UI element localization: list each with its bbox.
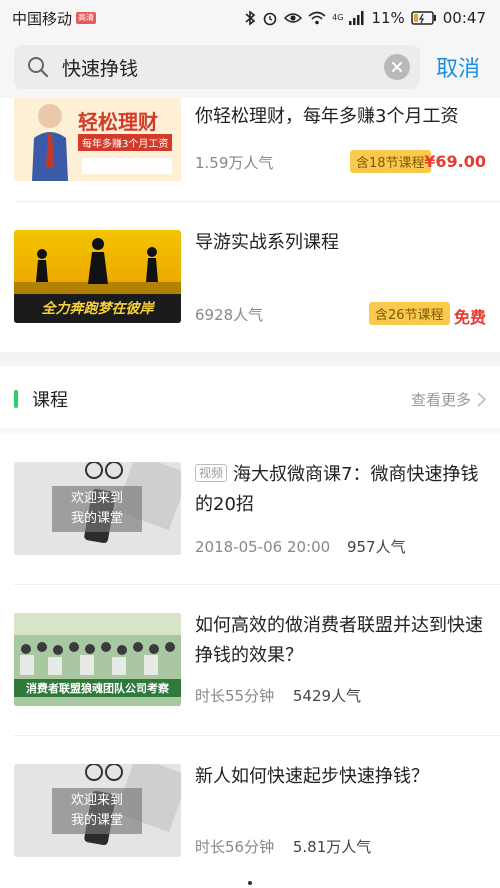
wifi-icon [308,11,326,25]
course-duration: 时长55分钟 [195,687,275,705]
section-accent-bar [14,390,18,408]
list-item[interactable]: 消费者联盟狼魂团队公司考察 如何高效的做消费者联盟并达到快速挣钱的效果？ 时长5… [0,585,500,735]
thumbnail-headline: 轻松理财 [78,110,158,134]
eye-icon [284,13,303,23]
thumbnail-overlay: 欢迎来到 我的课堂 [52,486,142,532]
clear-search-button[interactable] [384,54,410,80]
network-type: 4G [332,13,344,22]
section-title: 课程 [32,390,68,411]
list-item[interactable]: 全力奔跑梦在彼岸 导游实战系列课程 6928人气 含26节课程 免费 [0,202,500,352]
thumbnail-overlay: 欢迎来到 我的课堂 [52,788,142,834]
thumbnail-line: 我的课堂 [70,511,123,526]
thumbnail-line: 我的课堂 [70,813,123,828]
course-thumbnail: 欢迎来到 我的课堂 [14,764,181,857]
battery-icon [411,11,437,25]
course-thumbnail: 消费者联盟狼魂团队公司考察 [14,613,181,706]
course-duration: 时长56分钟 [195,838,275,856]
status-bar: 中国移动 高清 4G 11% 00:47 [0,0,500,36]
battery-percent: 11% [371,9,405,27]
result-title: 你轻松理财，每年多赚3个月工资 [195,106,459,127]
lessons-count-badge: 含26节课程 [369,302,450,325]
thumbnail-banner: 消费者联盟狼魂团队公司考察 [26,682,169,695]
course-thumbnail: 轻松理财 每年多赚3个月工资 [14,98,181,181]
popularity-label: 957人气 [346,538,406,556]
course-meta: 时长55分钟 5429人气 [195,685,361,706]
search-bar: 取消 [0,36,500,98]
alarm-icon [263,12,277,26]
popularity-label: 6928人气 [195,306,264,324]
price-label: 免费 [453,308,486,327]
results-list[interactable]: 轻松理财 每年多赚3个月工资 你轻松理财，每年多赚3个月工资 1.59万人气 含… [0,98,500,888]
signal-icon [349,11,364,25]
home-indicator [248,881,252,885]
list-item[interactable]: 欢迎来到 我的课堂 新人如何快速起步快速挣钱？ 时长56分钟 5.81万人气 [0,736,500,886]
bluetooth-icon [245,10,256,26]
course-date: 2018-05-06 20:00 [195,538,331,556]
thumbnail-slogan: 全力奔跑梦在彼岸 [41,301,154,317]
thumbnail-line: 欢迎来到 [70,793,123,808]
section-header: 课程 查看更多 [0,370,500,428]
thumbnail-line: 欢迎来到 [70,491,123,506]
cancel-button[interactable]: 取消 [436,51,480,83]
search-input[interactable] [62,56,384,78]
hd-badge: 高清 [76,12,97,24]
see-more-label: 查看更多 [410,390,471,409]
list-item[interactable]: 欢迎来到 我的课堂 视频 海大叔微商课7：微商快速挣钱的20招 2018-05-0… [0,434,500,584]
see-more-link[interactable]: 查看更多 [411,389,486,410]
close-icon [392,62,402,72]
video-tag: 视频 [195,464,228,482]
course-title: 如何高效的做消费者联盟并达到快速挣钱的效果？ [195,615,483,666]
popularity-label: 5429人气 [292,687,362,705]
course-title: 视频 海大叔微商课7：微商快速挣钱的20招 [195,460,486,520]
popularity-label: 5.81万人气 [292,838,372,856]
course-title: 新人如何快速起步快速挣钱？ [195,766,429,787]
search-icon [28,57,49,78]
list-item[interactable]: 轻松理财 每年多赚3个月工资 你轻松理财，每年多赚3个月工资 1.59万人气 含… [0,98,500,200]
section-spacer [0,352,500,366]
carrier-label: 中国移动 [12,9,73,28]
price-label: ¥69.00 [424,152,486,171]
course-title-text: 海大叔微商课7：微商快速挣钱的20招 [195,464,479,515]
thumbnail-subtitle: 每年多赚3个月工资 [78,134,173,151]
course-thumbnail: 欢迎来到 我的课堂 [14,462,181,555]
clock: 00:47 [442,9,486,27]
result-title: 导游实战系列课程 [195,232,339,253]
chevron-right-icon [477,391,486,407]
lessons-count-badge: 含18节课程 [350,150,431,173]
course-thumbnail: 全力奔跑梦在彼岸 [14,230,181,323]
course-meta: 时长56分钟 5.81万人气 [195,836,371,857]
search-box[interactable] [14,45,420,89]
course-meta: 2018-05-06 20:00 957人气 [195,536,406,557]
popularity-label: 1.59万人气 [195,154,274,172]
